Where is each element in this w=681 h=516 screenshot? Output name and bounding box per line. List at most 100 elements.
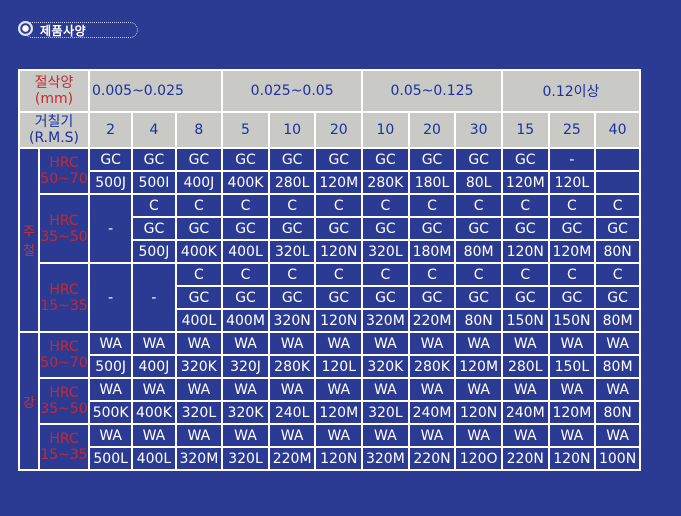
table-row: 500L 400L 320M 320L 220M 120N 320M 220N 120O 220N…	[20, 448, 639, 469]
spec-cell: 400L	[223, 241, 268, 262]
spec-cell: GC	[176, 287, 222, 308]
range-header: 0.05~0.125	[363, 71, 501, 111]
spec-cell: C	[133, 195, 175, 216]
not-applicable-cell: -	[90, 264, 132, 331]
spec-cell: 80N	[596, 241, 639, 262]
spec-cell: 320L	[363, 402, 408, 423]
spec-cell: C	[363, 264, 408, 285]
spec-cell: WA	[549, 333, 595, 354]
spec-cell: 150L	[549, 356, 595, 377]
spec-cell: WA	[502, 379, 548, 400]
spec-cell: WA	[363, 379, 408, 400]
spec-cell: 120N	[502, 241, 548, 262]
page-title: 제품사양	[40, 24, 87, 38]
range-header: 0.025~0.05	[223, 71, 362, 111]
hardness-range: 15~35	[40, 297, 88, 314]
spec-cell: 120N	[316, 448, 362, 469]
spec-cell: 120M	[549, 241, 595, 262]
spec-cell: GC	[409, 149, 455, 170]
section-title: 제품사양	[18, 21, 138, 38]
spec-cell: 320K	[363, 356, 408, 377]
spec-table: 절삭양 (mm) 0.005~0.025 0.025~0.05 0.05~0.1…	[18, 69, 641, 471]
spec-cell: 240M	[409, 402, 455, 423]
spec-cell: GC	[456, 218, 501, 239]
spec-cell: 120L	[316, 356, 362, 377]
spec-cell: 320M	[176, 448, 222, 469]
spec-cell: GC	[269, 287, 315, 308]
roughness-value: 20	[316, 113, 362, 147]
spec-cell: C	[269, 264, 315, 285]
spec-cell: WA	[90, 333, 132, 354]
spec-cell: WA	[269, 379, 315, 400]
spec-cell: 280K	[363, 172, 408, 193]
spec-cell: 120M	[502, 172, 548, 193]
spec-cell: C	[176, 264, 222, 285]
spec-cell: C	[596, 195, 639, 216]
spec-cell: GC	[363, 149, 408, 170]
spec-cell	[596, 149, 639, 170]
spec-cell: 400K	[176, 241, 222, 262]
spec-cell: C	[223, 264, 268, 285]
spec-cell: WA	[133, 333, 175, 354]
spec-cell: 120M	[456, 356, 501, 377]
spec-cell: 320M	[363, 310, 408, 331]
spec-cell: WA	[409, 425, 455, 446]
spec-cell: 320J	[223, 356, 268, 377]
spec-cell: GC	[223, 287, 268, 308]
spec-cell: WA	[549, 425, 595, 446]
spec-cell: GC	[596, 287, 639, 308]
spec-cell: 500J	[133, 241, 175, 262]
spec-cell: 120O	[456, 448, 501, 469]
roughness-value: 4	[133, 113, 175, 147]
roughness-value: 5	[223, 113, 268, 147]
range-header: 0.12이상	[502, 71, 639, 111]
spec-cell: GC	[363, 287, 408, 308]
spec-cell: 400K	[223, 172, 268, 193]
spec-cell: WA	[363, 333, 408, 354]
spec-cell: GC	[502, 218, 548, 239]
spec-cell: 220M	[409, 310, 455, 331]
spec-cell: 240L	[269, 402, 315, 423]
spec-cell: WA	[133, 425, 175, 446]
spec-cell: 80L	[456, 172, 501, 193]
spec-cell: 180L	[409, 172, 455, 193]
hardness-label: HRC 35~50	[40, 195, 88, 262]
spec-cell: WA	[176, 425, 222, 446]
spec-cell: C	[502, 195, 548, 216]
material-group-char: 철	[23, 244, 35, 259]
spec-cell: WA	[269, 425, 315, 446]
spec-cell: 320K	[176, 356, 222, 377]
spec-cell: GC	[456, 287, 501, 308]
spec-cell: C	[502, 264, 548, 285]
spec-cell: GC	[133, 149, 175, 170]
spec-cell: 280L	[269, 172, 315, 193]
spec-cell: 120M	[549, 402, 595, 423]
spec-cell: WA	[596, 425, 639, 446]
spec-cell: 500J	[90, 356, 132, 377]
spec-cell: WA	[456, 333, 501, 354]
roughness-label: 거칠기	[34, 114, 74, 130]
spec-cell: 500I	[133, 172, 175, 193]
spec-cell: 280L	[502, 356, 548, 377]
spec-cell: 220N	[502, 448, 548, 469]
spec-cell: 320N	[269, 310, 315, 331]
table-row: HRC 35~50- C C C C C C C C C C C	[20, 195, 639, 262]
spec-cell: WA	[90, 425, 132, 446]
spec-cell: WA	[90, 379, 132, 400]
spec-cell: WA	[133, 379, 175, 400]
spec-cell: WA	[363, 425, 408, 446]
spec-cell: C	[316, 264, 362, 285]
spec-cell: 120N	[456, 402, 501, 423]
roughness-value: 15	[502, 113, 548, 147]
spec-cell: 400J	[133, 356, 175, 377]
roughness-header: 거칠기 (R.M.S)	[20, 113, 88, 147]
spec-cell: 400M	[223, 310, 268, 331]
spec-cell: GC	[502, 287, 548, 308]
hardness-label: HRC 15~35	[40, 264, 88, 331]
spec-cell: 320M	[363, 448, 408, 469]
spec-cell: 80N	[596, 402, 639, 423]
spec-cell: WA	[596, 379, 639, 400]
spec-cell: 280K	[269, 356, 315, 377]
material-group-char: 강	[23, 395, 35, 411]
cut-amount-unit: (mm)	[34, 91, 74, 107]
